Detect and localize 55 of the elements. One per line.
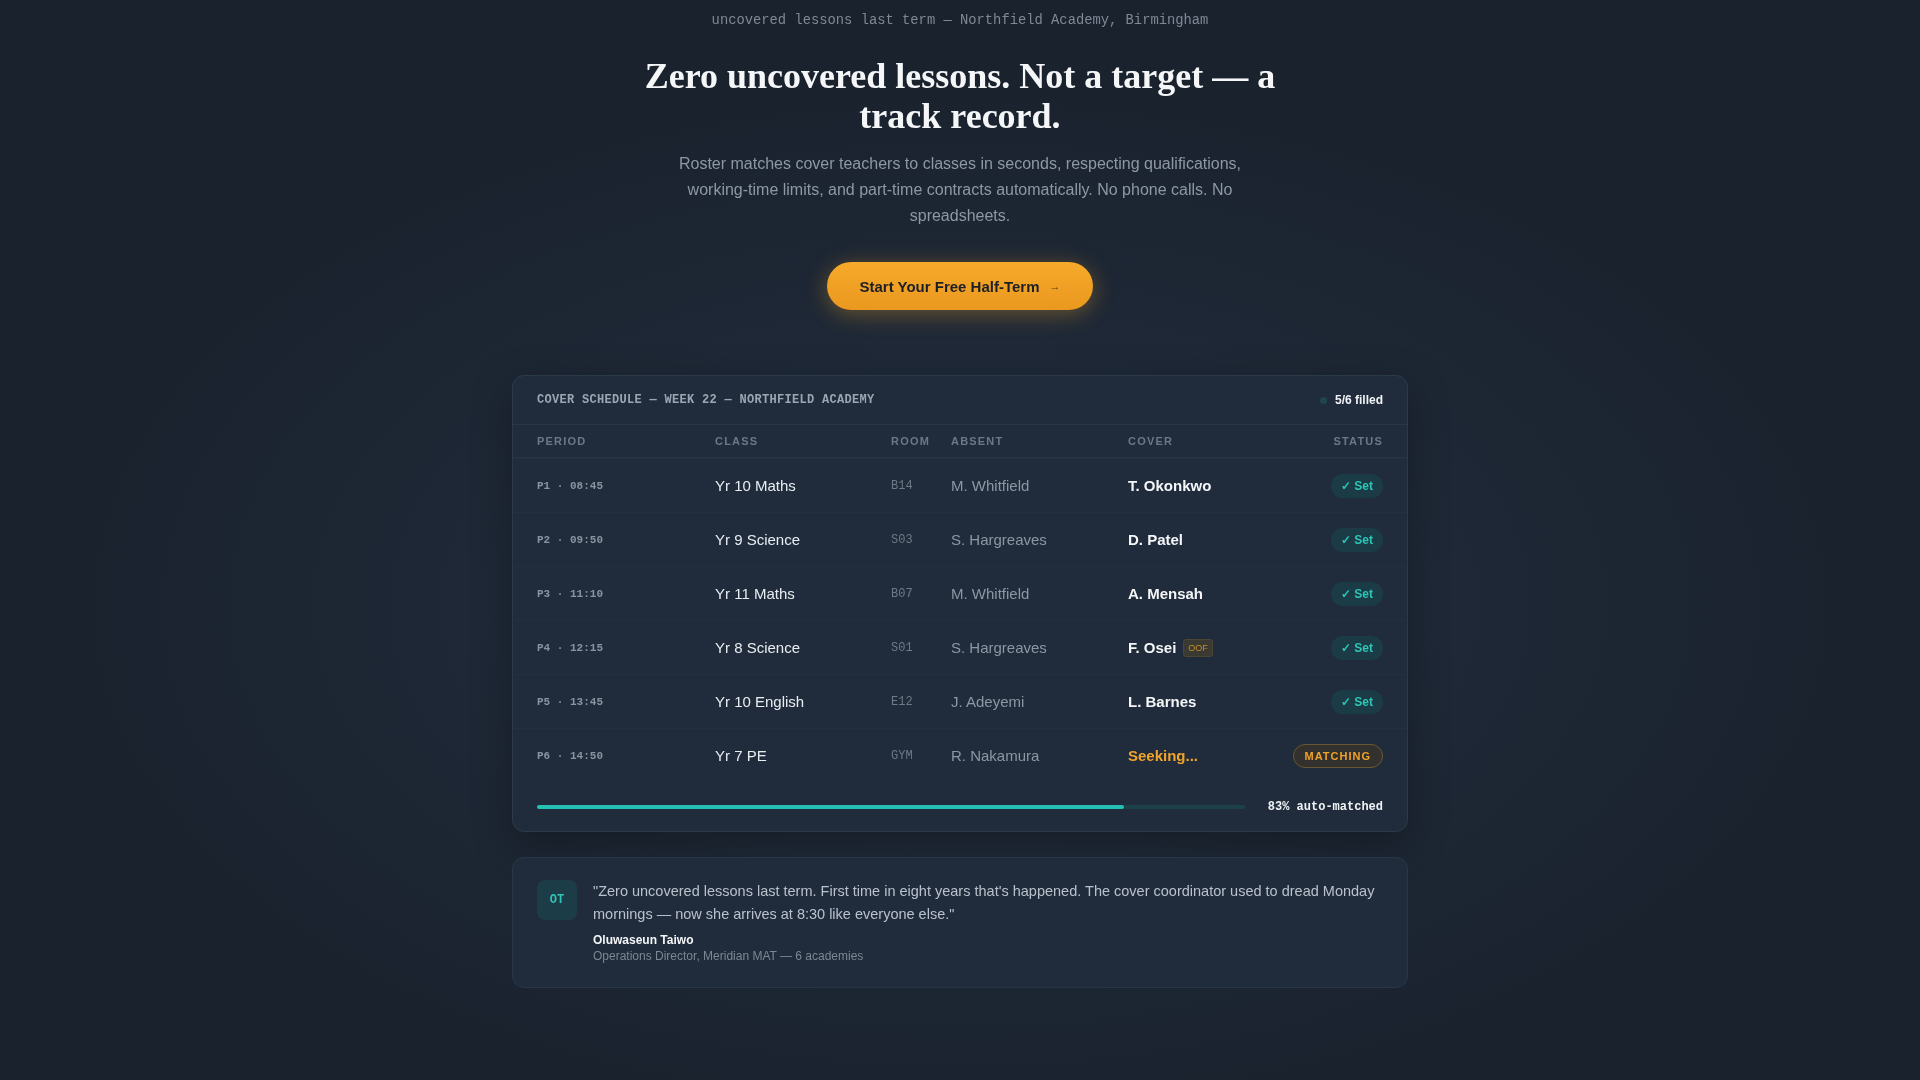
absent-teacher: M. Whitfield: [951, 585, 1031, 602]
subheadline: Roster matches cover teachers to classes in seconds, respecting qualifications, working-time limits, and part-time contracts automatically. No phone calls. No spreadsheets.: [677, 154, 1242, 226]
cover-teacher: A. Mensah: [1128, 585, 1203, 602]
column-header: STATUS: [1333, 435, 1383, 447]
cover-teacher: Seeking...: [1128, 747, 1199, 764]
absent-teacher: S. Hargreaves: [951, 531, 1048, 548]
period-time: P3 · 11:10: [537, 587, 604, 600]
room-code: B07: [891, 586, 914, 601]
oof-tag: OOF: [1183, 638, 1213, 657]
absent-teacher: R. Nakamura: [951, 747, 1041, 764]
room-code: B14: [891, 478, 914, 493]
absent-teacher: S. Hargreaves: [951, 639, 1048, 656]
column-header: PERIOD: [537, 435, 588, 447]
class-name: Yr 10 English: [715, 693, 806, 710]
avatar: OT: [537, 880, 577, 920]
author-role: Operations Director, Meridian MAT — 6 academies: [593, 948, 865, 964]
absent-teacher: J. Adeyemi: [951, 693, 1026, 710]
testimonial-quote: "Zero uncovered lessons last term. First time in eight years that's happened. The cover coordinator used to dread Monday mornings — now she arrives at 8:30 like everyone else.": [593, 882, 1376, 924]
cover-teacher: D. Patel: [1128, 531, 1184, 548]
class-name: Yr 11 Maths: [715, 585, 796, 602]
absent-teacher: M. Whitfield: [951, 477, 1031, 494]
column-header: CLASS: [715, 435, 760, 447]
status-badge: MATCHING: [1292, 743, 1383, 768]
status-badge: ✓ Set: [1331, 581, 1383, 606]
filled-count: 5/6 filled: [1334, 393, 1383, 407]
status-badge: ✓ Set: [1331, 689, 1383, 714]
author-name: Oluwaseun Taiwo: [593, 932, 695, 948]
cover-teacher: L. Barnes: [1128, 693, 1197, 710]
room-code: GYM: [891, 748, 914, 763]
class-name: Yr 10 Maths: [715, 477, 797, 494]
class-name: Yr 9 Science: [715, 531, 802, 548]
room-code: E12: [891, 694, 914, 709]
status-dot-icon: [1319, 396, 1327, 404]
column-header: COVER: [1128, 435, 1175, 447]
cover-teacher: F. Osei: [1128, 639, 1177, 656]
column-header: ABSENT: [951, 435, 1005, 447]
eyebrow-text: uncovered lessons last term — Northfield Academy, Birmingham: [711, 12, 1209, 30]
status-badge: ✓ Set: [1331, 527, 1383, 552]
status-badge: ✓ Set: [1331, 635, 1383, 660]
period-time: P1 · 08:45: [537, 479, 604, 492]
period-time: P2 · 09:50: [537, 533, 604, 546]
headline: Zero uncovered lessons. Not a target — a track record.: [643, 56, 1277, 136]
schedule-title: COVER SCHEDULE — WEEK 22 — NORTHFIELD ACADEMY: [537, 393, 875, 407]
period-time: P4 · 12:15: [537, 641, 604, 654]
start-trial-button[interactable]: Start Your Free Half-Term →: [827, 262, 1093, 310]
period-time: P5 · 13:45: [537, 695, 604, 708]
class-name: Yr 8 Science: [715, 639, 802, 656]
status-badge: ✓ Set: [1331, 473, 1383, 498]
column-header: ROOM: [891, 435, 932, 447]
cover-teacher: T. Okonkwo: [1128, 477, 1212, 494]
progress-label: 83% auto-matched: [1267, 799, 1383, 814]
room-code: S03: [891, 532, 914, 547]
room-code: S01: [891, 640, 914, 655]
period-time: P6 · 14:50: [537, 749, 604, 762]
class-name: Yr 7 PE: [715, 747, 768, 764]
